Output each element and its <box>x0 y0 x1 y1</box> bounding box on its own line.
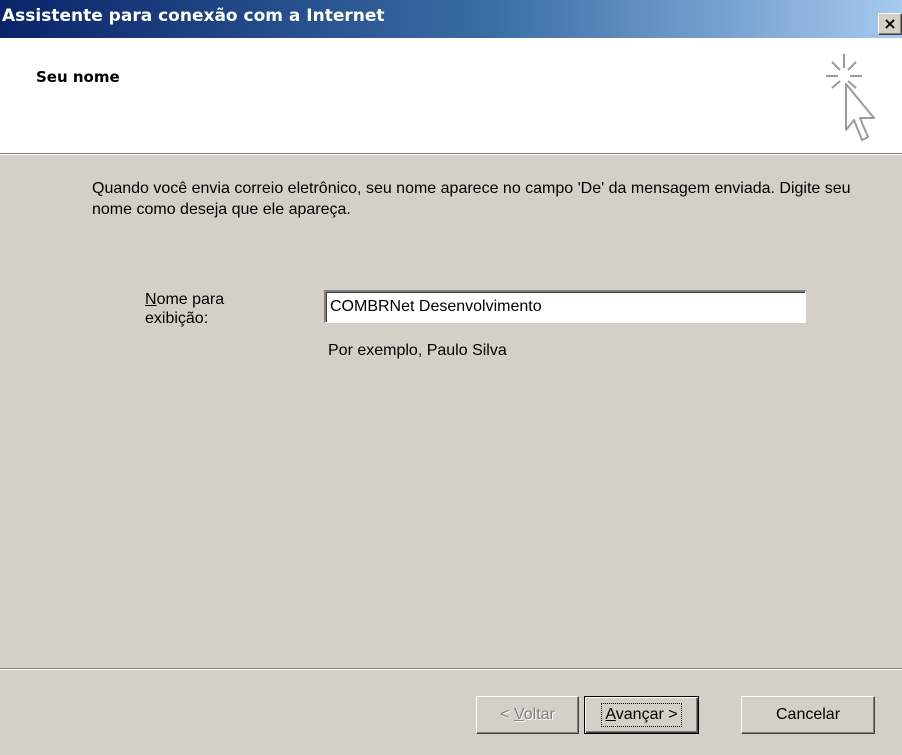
close-icon: × <box>883 14 897 33</box>
page-description: Quando você envia correio eletrônico, se… <box>92 180 851 218</box>
window-titlebar[interactable]: Assistente para conexão com a Internet × <box>0 0 902 38</box>
display-name-label-mnemonic: N <box>145 291 157 308</box>
header-separator <box>0 153 902 155</box>
back-button[interactable]: < Voltar <box>476 696 579 734</box>
window-title: Assistente para conexão com a Internet <box>2 6 385 26</box>
next-button-mnemonic: A <box>605 706 616 723</box>
display-name-label-text: ome para exibição: <box>145 291 225 327</box>
next-button[interactable]: Avançar > <box>584 696 699 734</box>
wizard-cursor-icon <box>826 54 875 141</box>
cancel-button[interactable]: Cancelar <box>741 696 875 734</box>
next-button-focus: Avançar > <box>601 703 682 727</box>
next-button-text: vançar > <box>615 706 678 723</box>
close-button[interactable]: × <box>878 13 902 35</box>
page-title: Seu nome <box>36 68 120 86</box>
wizard-header: Seu nome <box>0 38 902 153</box>
display-name-label: Nome para exibição: <box>145 290 265 328</box>
display-name-hint: Por exemplo, Paulo Silva <box>328 342 507 359</box>
display-name-input[interactable] <box>324 290 806 323</box>
back-button-text: oltar <box>523 706 555 723</box>
back-button-prefix: < <box>500 706 514 723</box>
footer-separator <box>0 668 902 670</box>
back-button-mnemonic: V <box>513 706 524 723</box>
